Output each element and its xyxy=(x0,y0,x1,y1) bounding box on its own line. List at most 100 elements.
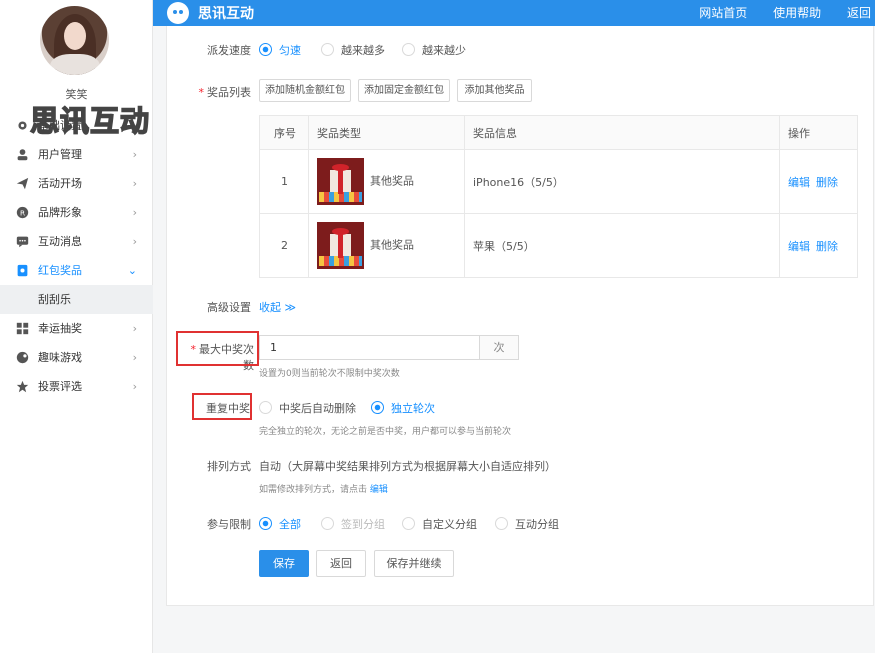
sidebar-item-brand-image[interactable]: R 品牌形象 › xyxy=(0,198,153,227)
prize-type-cell: 其他奖品 xyxy=(308,149,465,214)
actions-cell: 编辑 删除 xyxy=(779,213,858,278)
radio-auto-remove[interactable]: 中奖后自动删除 xyxy=(259,400,356,416)
message-icon xyxy=(16,236,29,248)
actions-cell: 编辑 删除 xyxy=(779,149,858,214)
chevron-right-icon: › xyxy=(132,206,137,219)
sidebar-item-fun-games[interactable]: 趣味游戏 › xyxy=(0,343,153,372)
max-wins-hint: 设置为0则当前轮次不限制中奖次数 xyxy=(259,369,400,379)
top-bar: 思讯互动 网站首页 使用帮助 返回 xyxy=(153,0,875,26)
column-header: 序号 xyxy=(259,115,309,150)
highlight-box-repeat-wins xyxy=(192,393,252,420)
speed-label: 派发速度 xyxy=(207,44,251,57)
registered-icon: R xyxy=(16,206,29,219)
sidebar-item-user-management[interactable]: 用户管理 › xyxy=(0,140,153,169)
prize-table: 序号 奖品类型 奖品信息 操作 1 其他奖品 iPhone16（5/5） 编辑删… xyxy=(259,115,858,278)
back-link[interactable]: 返回 xyxy=(847,6,871,20)
chevron-right-icon: › xyxy=(132,322,137,335)
lottery-icon xyxy=(16,322,29,335)
save-button[interactable]: 保存 xyxy=(259,550,309,577)
repeat-wins-hint: 完全独立的轮次，无论之前是否中奖，用户都可以参与当前轮次 xyxy=(259,427,512,437)
sidebar-item-lucky-draw[interactable]: 幸运抽奖 › xyxy=(0,314,153,343)
limit-label: 参与限制 xyxy=(207,518,251,531)
avatar[interactable] xyxy=(40,6,109,75)
sidebar-item-activity-opening[interactable]: 活动开场 › xyxy=(0,169,153,198)
sort-hint: 如需修改排列方式，请点击 编辑 xyxy=(259,485,388,495)
sort-label: 排列方式 xyxy=(207,460,251,473)
gear-icon xyxy=(18,121,27,130)
chevron-right-icon: › xyxy=(132,235,137,248)
sidebar-item-label: 红包奖品 xyxy=(38,264,82,277)
top-links: 网站首页 使用帮助 返回 xyxy=(677,4,871,21)
sidebar-item-label: 投票评选 xyxy=(38,380,82,393)
radio-speed-decreasing[interactable]: 越来越少 xyxy=(402,42,466,58)
chevron-right-icon: › xyxy=(132,380,137,393)
brand-name: 思讯互动 xyxy=(198,6,254,22)
max-wins-input[interactable]: 1 xyxy=(259,335,480,360)
add-random-redpacket-button[interactable]: 添加随机金额红包 xyxy=(259,79,351,102)
svg-text:R: R xyxy=(20,208,25,217)
redpacket-icon xyxy=(17,264,28,277)
column-header: 奖品信息 xyxy=(464,115,780,150)
radio-limit-signin-group[interactable]: 签到分组 xyxy=(321,516,385,532)
row-index: 2 xyxy=(259,213,309,278)
sidebar-item-label: 刮刮乐 xyxy=(38,293,71,306)
prize-type: 其他奖品 xyxy=(370,174,414,188)
chevron-right-icon: › xyxy=(132,148,137,161)
sidebar-nav: 基础设置 › 用户管理 › 活动开场 › R 品牌形象 › 互动消息 › 红包奖… xyxy=(0,111,153,401)
add-other-prize-button[interactable]: 添加其他奖品 xyxy=(457,79,532,102)
sidebar-item-voting[interactable]: 投票评选 › xyxy=(0,372,153,401)
row-index: 1 xyxy=(259,149,309,214)
watermark-text: 思讯互动 xyxy=(29,103,151,139)
sort-value: 自动（大屏幕中奖结果排列方式为根据屏幕大小自适应排列） xyxy=(259,460,556,473)
send-icon xyxy=(16,177,29,190)
advanced-settings-label: 高级设置 xyxy=(207,301,251,314)
radio-speed-increasing[interactable]: 越来越多 xyxy=(321,42,385,58)
highlight-box-max-wins xyxy=(176,331,259,366)
prize-list-label: * 奖品列表 xyxy=(198,86,252,99)
sidebar-subitem-scratch-card[interactable]: 刮刮乐 xyxy=(0,285,153,314)
radio-limit-interactive-group[interactable]: 互动分组 xyxy=(495,516,559,532)
edit-link[interactable]: 编辑 xyxy=(788,240,810,253)
prize-type: 其他奖品 xyxy=(370,238,414,252)
sidebar-item-label: 趣味游戏 xyxy=(38,351,82,364)
radio-speed-uniform[interactable]: 匀速 xyxy=(259,42,301,58)
home-link[interactable]: 网站首页 xyxy=(699,6,747,20)
collapse-toggle[interactable]: 收起 ≫ xyxy=(259,299,296,315)
star-icon xyxy=(16,380,29,393)
back-button[interactable]: 返回 xyxy=(316,550,366,577)
prize-thumbnail xyxy=(317,158,364,205)
sidebar-item-label: 活动开场 xyxy=(38,177,82,190)
table-row: 1 其他奖品 iPhone16（5/5） 编辑 删除 xyxy=(259,149,858,214)
prize-type-cell: 其他奖品 xyxy=(308,213,465,278)
radio-limit-all[interactable]: 全部 xyxy=(259,516,301,532)
sidebar-item-label: 幸运抽奖 xyxy=(38,322,82,335)
column-header: 奖品类型 xyxy=(308,115,465,150)
game-icon xyxy=(16,351,29,364)
sidebar-item-label: 用户管理 xyxy=(38,148,82,161)
sort-edit-link[interactable]: 编辑 xyxy=(370,485,388,495)
radio-independent-round[interactable]: 独立轮次 xyxy=(371,400,435,416)
table-row: 2 其他奖品 苹果（5/5） 编辑 删除 xyxy=(259,213,858,278)
radio-limit-custom-group[interactable]: 自定义分组 xyxy=(402,516,477,532)
help-link[interactable]: 使用帮助 xyxy=(773,6,821,20)
prize-info: 苹果（5/5） xyxy=(464,213,780,278)
delete-link[interactable]: 删除 xyxy=(816,240,838,253)
brand-logo-icon xyxy=(167,2,189,24)
sidebar-item-red-packet-prizes[interactable]: 红包奖品 ⌄ xyxy=(0,256,153,285)
chevron-double-up-icon: ≫ xyxy=(284,301,297,314)
sidebar-item-label: 互动消息 xyxy=(38,235,82,248)
column-header: 操作 xyxy=(779,115,858,150)
chevron-right-icon: › xyxy=(132,351,137,364)
chevron-right-icon: › xyxy=(132,177,137,190)
delete-link[interactable]: 删除 xyxy=(816,176,838,189)
add-fixed-redpacket-button[interactable]: 添加固定金额红包 xyxy=(358,79,450,102)
save-and-continue-button[interactable]: 保存并继续 xyxy=(374,550,454,577)
edit-link[interactable]: 编辑 xyxy=(788,176,810,189)
chevron-down-icon: ⌄ xyxy=(127,264,137,277)
prize-thumbnail xyxy=(317,222,364,269)
sidebar-item-interactive-messages[interactable]: 互动消息 › xyxy=(0,227,153,256)
prize-info: iPhone16（5/5） xyxy=(464,149,780,214)
max-wins-unit: 次 xyxy=(479,335,519,360)
user-icon xyxy=(17,149,28,161)
table-header-row: 序号 奖品类型 奖品信息 操作 xyxy=(259,115,858,150)
